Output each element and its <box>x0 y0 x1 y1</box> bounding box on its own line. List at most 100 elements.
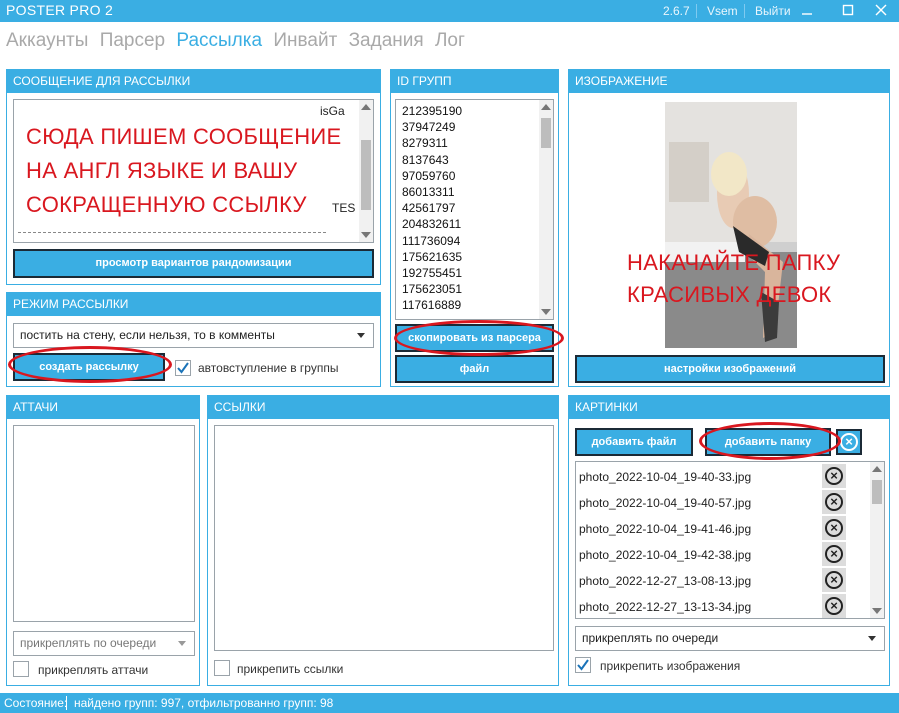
preview-image <box>665 102 797 348</box>
tab-log[interactable]: Лог <box>435 30 465 51</box>
remove-icon: × <box>825 519 843 537</box>
picture-file-row[interactable]: photo_2022-10-04_19-40-57.jpg × <box>576 490 866 516</box>
message-text-fragment: isGa <box>320 104 345 118</box>
group-id-item[interactable]: 97059760 <box>402 168 462 184</box>
group-id-item[interactable]: 42561797 <box>402 200 462 216</box>
picture-file-row[interactable]: photo_2022-10-04_19-40-33.jpg × <box>576 464 866 490</box>
message-scrollbar[interactable] <box>359 100 373 242</box>
picture-file-row[interactable]: photo_2022-10-04_19-41-46.jpg × <box>576 516 866 542</box>
remove-file-button[interactable]: × <box>822 490 846 514</box>
group-id-item[interactable]: 117616889 <box>402 297 462 313</box>
image-panel: ИЗОБРАЖЕНИЕ настройки изображений <box>568 69 890 387</box>
user-label[interactable]: Vsem <box>707 4 738 18</box>
group-id-item[interactable]: 212395190 <box>402 103 462 119</box>
attachments-header: АТТАЧИ <box>7 396 199 419</box>
version-label: 2.6.7 <box>663 4 690 18</box>
scroll-thumb[interactable] <box>541 118 551 148</box>
file-button[interactable]: файл <box>395 355 554 383</box>
minimize-icon[interactable] <box>790 0 824 22</box>
picture-file-name: photo_2022-12-27_13-08-13.jpg <box>579 574 752 588</box>
scroll-thumb[interactable] <box>361 140 371 210</box>
scroll-up-icon[interactable] <box>872 466 882 472</box>
group-id-item[interactable]: 37947249 <box>402 119 462 135</box>
remove-icon: × <box>825 493 843 511</box>
picture-file-row[interactable]: photo_2022-10-04_19-42-38.jpg × <box>576 542 866 568</box>
auto-join-checkbox[interactable] <box>175 360 191 376</box>
picture-file-row[interactable]: photo_2022-12-27_13-08-13.jpg × <box>576 568 866 594</box>
group-id-item[interactable]: 111736094 <box>402 233 462 249</box>
attach-pictures-checkbox[interactable] <box>575 657 591 673</box>
annotation-line: СОКРАЩЕННУЮ ССЫЛКУ <box>26 192 307 217</box>
attachments-list[interactable] <box>13 425 195 622</box>
picture-file-row[interactable]: photo_2022-12-27_13-13-34.jpg × <box>576 594 866 618</box>
remove-icon: × <box>825 597 843 615</box>
tab-mailing[interactable]: Рассылка <box>176 30 262 51</box>
group-id-item[interactable]: 8279311 <box>402 135 462 151</box>
pictures-scrollbar[interactable] <box>870 462 884 618</box>
title-bar: POSTER PRO 2 2.6.7 Vsem Выйти <box>0 0 899 22</box>
remove-file-button[interactable]: × <box>822 464 846 488</box>
group-id-item[interactable]: 175621635 <box>402 249 462 265</box>
attach-pictures-label: прикрепить изображения <box>600 659 741 673</box>
tab-tasks[interactable]: Задания <box>349 30 424 51</box>
attachments-order-value: прикреплять по очереди <box>20 636 157 650</box>
mailing-mode-select[interactable]: постить на стену, если нельзя, то в комм… <box>13 323 374 348</box>
links-list[interactable] <box>214 425 554 651</box>
group-id-item[interactable]: 204832611 <box>402 216 462 232</box>
links-header: ССЫЛКИ <box>208 396 558 419</box>
clear-icon: × <box>840 433 858 451</box>
close-icon[interactable] <box>864 0 898 22</box>
status-bar: Состояние: найдено групп: 997, отфильтро… <box>0 693 899 713</box>
attach-links-checkbox[interactable] <box>214 660 230 676</box>
group-id-item[interactable]: 175623051 <box>402 281 462 297</box>
group-id-item[interactable]: 192755451 <box>402 265 462 281</box>
group-ids-scrollbar[interactable] <box>539 100 553 319</box>
randomization-preview-button[interactable]: просмотр вариантов рандомизации <box>13 249 374 278</box>
highlight-ellipse <box>8 346 172 383</box>
annotation-line: НАКАЧАЙТЕ ПАПКУ <box>627 250 841 275</box>
add-file-button[interactable]: добавить файл <box>575 428 693 456</box>
maximize-icon[interactable] <box>831 0 865 22</box>
tab-parser[interactable]: Парсер <box>100 30 165 51</box>
remove-icon: × <box>825 545 843 563</box>
remove-file-button[interactable]: × <box>822 542 846 566</box>
status-text: найдено групп: 997, отфильтрованно групп… <box>74 696 334 710</box>
remove-file-button[interactable]: × <box>822 594 846 618</box>
tab-invite[interactable]: Инвайт <box>273 30 337 51</box>
tab-accounts[interactable]: Аккаунты <box>6 30 88 51</box>
image-annotation: НАКАЧАЙТЕ ПАПКУ КРАСИВЫХ ДЕВОК <box>627 247 840 311</box>
scroll-down-icon[interactable] <box>361 232 371 238</box>
picture-file-name: photo_2022-10-04_19-40-57.jpg <box>579 496 752 510</box>
picture-file-name: photo_2022-12-27_13-13-34.jpg <box>579 600 752 614</box>
mode-panel-header: РЕЖИМ РАССЫЛКИ <box>7 293 380 316</box>
scroll-thumb[interactable] <box>872 480 882 504</box>
pictures-order-select[interactable]: прикреплять по очереди <box>575 626 885 651</box>
chevron-down-icon <box>178 641 186 646</box>
remove-file-button[interactable]: × <box>822 516 846 540</box>
group-id-item[interactable]: 8137643 <box>402 152 462 168</box>
pictures-order-value: прикреплять по очереди <box>582 631 719 645</box>
remove-file-button[interactable]: × <box>822 568 846 592</box>
attach-attachments-label: прикреплять аттачи <box>38 663 149 677</box>
attachments-order-select[interactable]: прикреплять по очереди <box>13 631 195 656</box>
remove-icon: × <box>825 467 843 485</box>
message-annotation: СЮДА ПИШЕМ СООБЩЕНИЕ НА АНГЛ ЯЗЫКЕ И ВАШ… <box>26 120 341 222</box>
image-settings-button[interactable]: настройки изображений <box>575 355 885 383</box>
picture-file-name: photo_2022-10-04_19-41-46.jpg <box>579 522 752 536</box>
scroll-up-icon[interactable] <box>361 104 371 110</box>
chevron-down-icon <box>357 333 365 338</box>
group-id-item[interactable]: 86013311 <box>402 184 462 200</box>
scroll-down-icon[interactable] <box>872 608 882 614</box>
logout-link[interactable]: Выйти <box>755 4 791 18</box>
app-title: POSTER PRO 2 <box>6 2 114 18</box>
main-nav: Аккаунты Парсер Рассылка Инвайт Задания … <box>6 30 471 52</box>
group-ids-list[interactable]: 212395190 37947249 8279311 8137643 97059760 8… <box>395 99 554 320</box>
pictures-list[interactable]: photo_2022-10-04_19-40-33.jpg × photo_2022… <box>575 461 885 619</box>
scroll-down-icon[interactable] <box>541 309 551 315</box>
message-panel-header: СООБЩЕНИЕ ДЛЯ РАССЫЛКИ <box>7 70 380 93</box>
attach-attachments-checkbox[interactable] <box>13 661 29 677</box>
remove-icon: × <box>825 571 843 589</box>
scroll-up-icon[interactable] <box>541 104 551 110</box>
picture-file-name: photo_2022-10-04_19-40-33.jpg <box>579 470 752 484</box>
links-panel: ССЫЛКИ прикрепить ссылки <box>207 395 559 686</box>
